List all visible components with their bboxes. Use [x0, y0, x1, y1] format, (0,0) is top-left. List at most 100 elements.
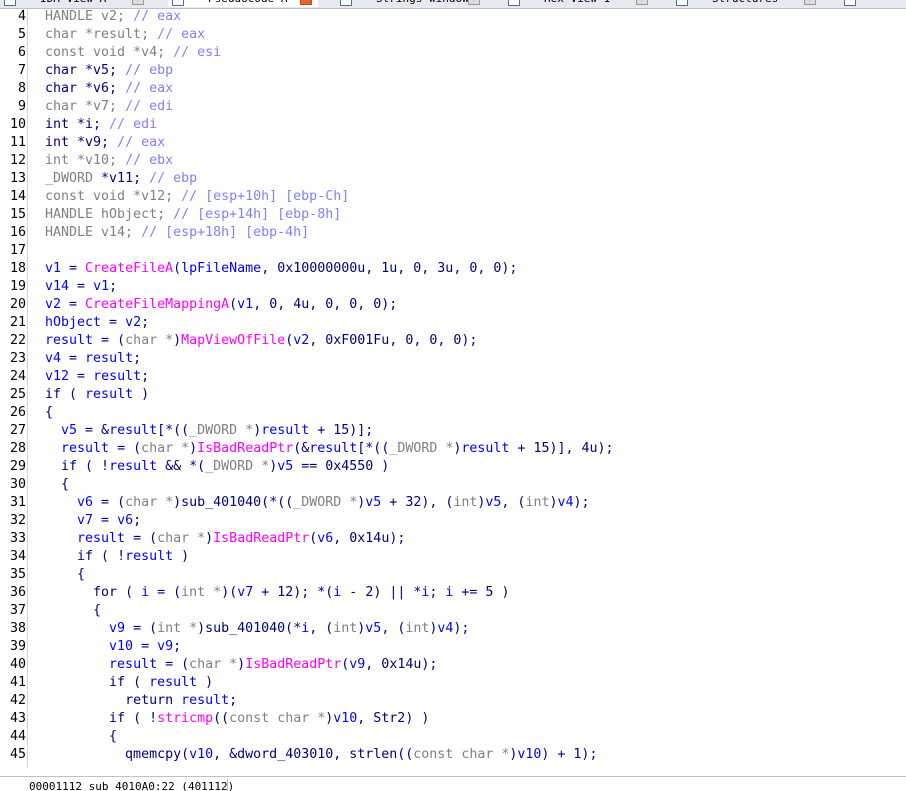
code-text[interactable]: for ( i = (int *)(v7 + 12); *(i - 2) || …	[45, 584, 509, 602]
pseudocode-view[interactable]: 4 HANDLE v2; // eax 5 char *result; // eax 6…	[0, 8, 906, 768]
code-text[interactable]: {	[45, 602, 101, 620]
code-text[interactable]: int *v9; // eax	[45, 134, 165, 152]
code-text[interactable]: _DWORD *v11; // ebp	[45, 170, 197, 188]
code-token: int	[405, 621, 430, 636]
code-text[interactable]: {	[45, 728, 117, 746]
code-text[interactable]: v4 = result;	[45, 350, 141, 368]
code-token: v1	[93, 279, 110, 294]
code-text[interactable]: char *v6; // eax	[45, 80, 173, 98]
code-text[interactable]: v2 = CreateFileMappingA(v1, 0, 4u, 0, 0,…	[45, 296, 397, 314]
code-text[interactable]: if ( !result && *(_DWORD *)v5 == 0x4550 …	[45, 458, 389, 476]
code-text[interactable]: result = (char *)IsBadReadPtr(v9, 0x14u)…	[45, 656, 437, 674]
code-text[interactable]: hObject = v2;	[45, 314, 149, 332]
close-icon[interactable]: ×	[132, 0, 144, 5]
code-token: (	[61, 387, 86, 402]
code-token: HANDLE hObject;	[45, 207, 174, 222]
code-text[interactable]: qmemcpy(v10, &dword_403010, strlen((cons…	[45, 746, 597, 764]
tab-ida-view-a[interactable]: IDA View-A ×	[0, 0, 150, 7]
code-text[interactable]: return result;	[45, 692, 237, 710]
code-text[interactable]: char *v5; // ebp	[45, 62, 173, 80]
code-text[interactable]: {	[45, 476, 69, 494]
code-text[interactable]: v14 = v1;	[45, 278, 117, 296]
code-token: v4	[45, 351, 62, 366]
tab-extra[interactable]	[840, 0, 906, 7]
code-token: (	[173, 261, 182, 276]
code-token: _DWORD *	[389, 441, 454, 456]
line-number: 10	[9, 117, 26, 132]
code-text[interactable]: if ( !stricmp((const char *)v10, Str2) )	[45, 710, 429, 728]
code-text[interactable]: {	[45, 404, 53, 422]
code-text[interactable]: int *i; // edi	[45, 116, 157, 134]
code-text[interactable]: if ( !result )	[45, 548, 189, 566]
code-token: // edi	[125, 99, 174, 114]
tab-structures[interactable]: Structures ×	[672, 0, 822, 7]
code-text[interactable]: if ( result )	[45, 674, 213, 692]
code-token: )sub_401040(*	[197, 621, 302, 636]
close-icon[interactable]: ×	[636, 0, 648, 5]
line-number: 35	[9, 567, 26, 582]
code-text[interactable]: v9 = (int *)sub_401040(*i, (int)v5, (int…	[45, 620, 469, 638]
code-text[interactable]: result = (char *)IsBadReadPtr(&result[*(…	[45, 440, 614, 458]
code-token: = (	[93, 495, 126, 510]
ida-view-icon	[4, 0, 16, 6]
code-text[interactable]: v12 = result;	[45, 368, 149, 386]
code-token: v7	[77, 513, 94, 528]
close-icon[interactable]: ×	[804, 0, 816, 5]
code-token: )	[173, 333, 182, 348]
code-text[interactable]: v10 = v9;	[45, 638, 181, 656]
line-number: 7	[17, 63, 26, 78]
code-token: int *v10;	[45, 153, 126, 168]
code-text[interactable]: v1 = CreateFileA(lpFileName, 0x10000000u…	[45, 260, 517, 278]
code-text[interactable]: v6 = (char *)sub_401040(*((_DWORD *) v5 +…	[45, 494, 590, 512]
code-token: result	[109, 459, 158, 474]
tab-strings-window[interactable]: Strings window×	[336, 0, 486, 7]
code-token: result	[61, 441, 110, 456]
code-token: )	[237, 657, 246, 672]
code-token: if	[61, 459, 78, 474]
code-token: =	[61, 261, 86, 276]
code-token: // eax	[133, 9, 182, 24]
code-text[interactable]: result = (char *)IsBadReadPtr(v6, 0x14u)…	[45, 530, 405, 548]
code-token: v10	[109, 639, 134, 654]
code-token: char *result;	[45, 27, 158, 42]
code-token: HANDLE v2;	[45, 9, 134, 24]
code-text[interactable]: HANDLE v14; // [esp+18h] [ebp-4h]	[45, 224, 309, 242]
status-location: 00001112 sub_4010A0:22 (401112)	[29, 780, 235, 791]
code-token: v6	[317, 531, 334, 546]
code-text[interactable]: result = (char *)MapViewOfFile(v2, 0xF00…	[45, 332, 477, 350]
close-icon[interactable]: ×	[300, 0, 312, 5]
code-text[interactable]: HANDLE hObject; // [esp+14h] [ebp-8h]	[45, 206, 341, 224]
code-token: {	[45, 405, 54, 420]
code-token: v14	[45, 279, 70, 294]
close-icon[interactable]: ×	[468, 0, 480, 5]
line-number: 4	[17, 9, 26, 24]
code-token: v4	[437, 621, 454, 636]
code-token: );	[573, 495, 590, 510]
code-text[interactable]: HANDLE v2; // eax	[45, 8, 181, 26]
code-text[interactable]: {	[45, 566, 85, 584]
code-token: , Str2) )	[357, 711, 430, 726]
line-number: 39	[9, 639, 26, 654]
code-text[interactable]: int *v10; // ebx	[45, 152, 173, 170]
code-token: char *	[141, 441, 190, 456]
code-token: const void *v12;	[45, 189, 182, 204]
code-token: ( !	[125, 711, 158, 726]
code-text[interactable]: char *result; // eax	[45, 26, 205, 44]
code-text[interactable]: v7 = v6;	[45, 512, 141, 530]
code-token: = (	[109, 441, 142, 456]
tab-hex-view-1[interactable]: Hex View-1 ×	[504, 0, 654, 7]
code-token: ) + 1);	[541, 747, 598, 762]
tab-pseudocode-a[interactable]: Pseudocode-A ×	[168, 0, 318, 7]
code-text[interactable]: const void *v4; // esi	[45, 44, 221, 62]
code-text[interactable]: const void *v12; // [esp+10h] [ebp-Ch]	[45, 188, 349, 206]
code-text[interactable]: if ( result )	[45, 386, 149, 404]
code-text[interactable]: v5 = &result[*((_DWORD *)result + 15)];	[45, 422, 373, 440]
code-token: = (	[125, 621, 158, 636]
code-text[interactable]: char *v7; // edi	[45, 98, 173, 116]
code-token: , 0xF001Fu, 0, 0, 0);	[309, 333, 478, 348]
